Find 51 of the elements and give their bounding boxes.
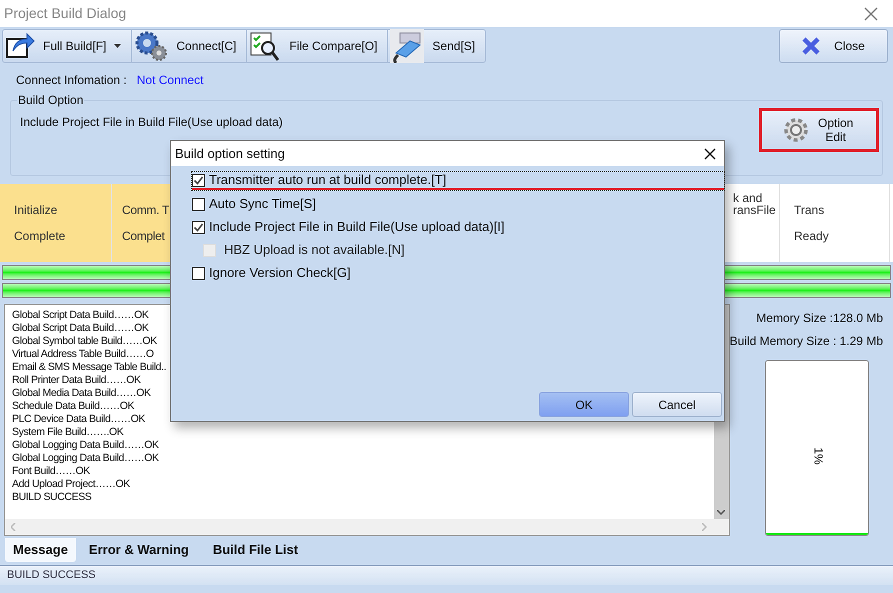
checkbox-option[interactable]: Ignore Version Check[G] xyxy=(192,264,724,282)
connect-status: Not Connect xyxy=(136,72,204,88)
checkbox[interactable] xyxy=(192,220,205,234)
log-line: Global Script Data Build……OK xyxy=(12,309,148,322)
window-title: Project Build Dialog xyxy=(4,4,126,23)
dialog-button[interactable]: Cancel xyxy=(632,392,722,417)
log-line: BUILD SUCCESS xyxy=(12,491,92,504)
log-line: Email & SMS Message Table Build.. xyxy=(12,361,166,374)
checklist-magnifier-icon xyxy=(249,30,282,62)
log-line: Global Media Data Build……OK xyxy=(12,387,151,400)
checkbox-option[interactable]: Transmitter auto run at build complete.[T] xyxy=(192,172,724,190)
x-icon xyxy=(802,37,820,55)
tab[interactable]: Message xyxy=(5,538,76,562)
tab[interactable]: Build File List xyxy=(202,538,310,562)
connect-label: Connect Infomation : xyxy=(16,72,127,88)
tab[interactable]: Error & Warning xyxy=(78,538,200,562)
memory-size: Memory Size :128.0 Mb xyxy=(756,310,883,327)
build-memory-size: Build Memory Size : 1.29 Mb xyxy=(730,333,883,350)
option-edit-button[interactable]: Option Edit xyxy=(762,111,876,149)
dialog-button[interactable]: OK xyxy=(539,392,629,417)
status-text: BUILD SUCCESS xyxy=(7,568,96,584)
log-line: Global Script Data Build……OK xyxy=(12,322,148,335)
close-icon[interactable] xyxy=(704,148,716,160)
log-line: Virtual Address Table Build……O xyxy=(12,348,154,361)
log-line: System File Build…….OK xyxy=(12,426,124,439)
dialog-title: Build option setting xyxy=(175,144,285,163)
log-line: Roll Printer Data Build……OK xyxy=(12,374,141,387)
log-line: Global Logging Data Build……OK xyxy=(12,452,159,465)
log-line: Global Logging Data Build……OK xyxy=(12,439,159,452)
log-line: Global Symbol table Build……OK xyxy=(12,335,157,348)
log-line: Add Upload Project……OK xyxy=(12,478,130,491)
gauge-reading: 1% xyxy=(810,447,827,465)
group-title: Build Option xyxy=(17,93,84,107)
log-line: PLC Device Data Build……OK xyxy=(12,413,145,426)
checkbox[interactable] xyxy=(192,266,205,280)
checkbox[interactable] xyxy=(192,198,205,210)
caret-icon[interactable] xyxy=(114,44,122,48)
log-line: Font Build……OK xyxy=(12,465,90,478)
toolbar-button[interactable]: File Compare[O] xyxy=(246,30,388,62)
gear-icon xyxy=(782,116,810,144)
cable-device-icon xyxy=(390,29,424,63)
gears-icon xyxy=(134,30,168,62)
log-line: Schedule Data Build……OK xyxy=(12,400,134,413)
step-cell: Initialize Complete xyxy=(0,184,112,262)
toolbar-button[interactable]: Send[S] xyxy=(387,30,486,62)
box-arrow-icon xyxy=(5,31,35,61)
checkbox[interactable] xyxy=(192,174,205,186)
toolbar-button[interactable]: Connect[C] xyxy=(131,30,246,62)
option-summary: Include Project File in Build File(Use upload data) xyxy=(20,114,283,131)
toolbar-button[interactable]: Full Build[F] xyxy=(3,30,132,62)
close-button[interactable]: Close xyxy=(779,29,888,63)
